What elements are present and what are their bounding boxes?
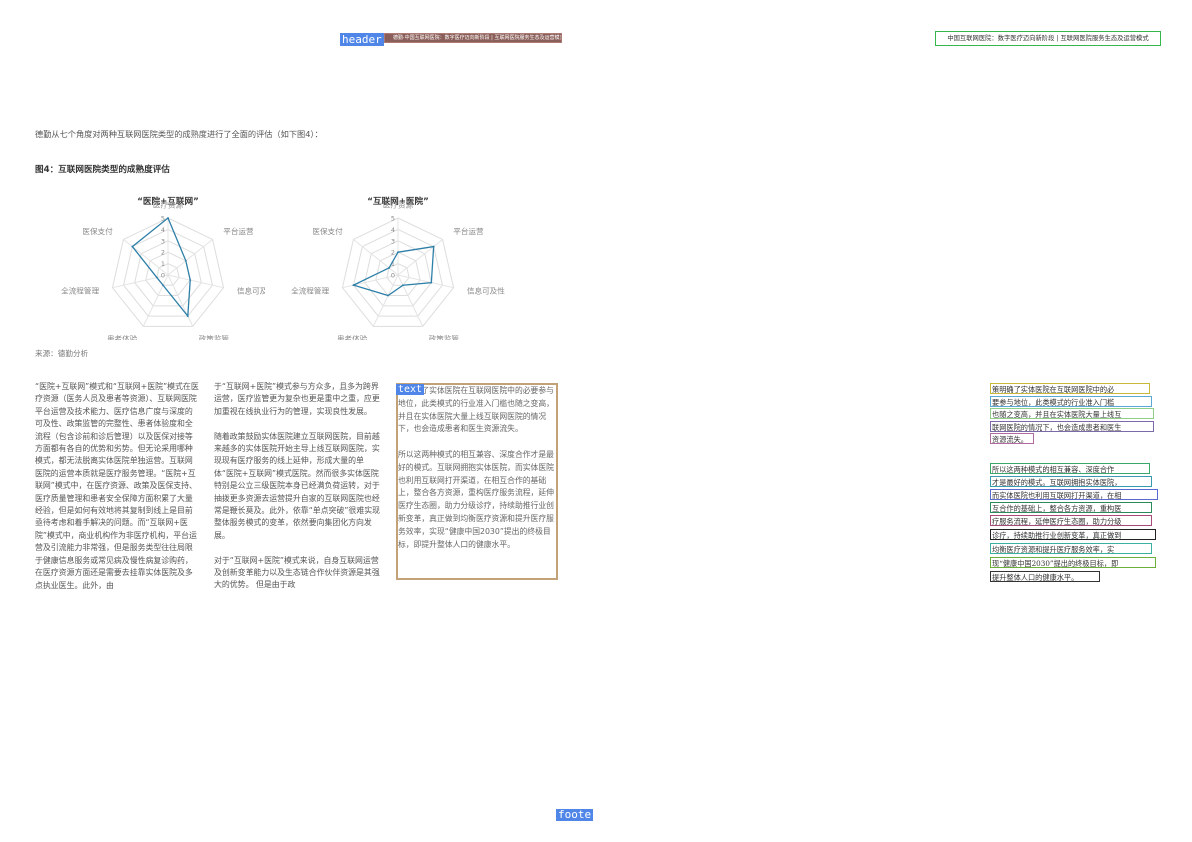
data-point xyxy=(186,315,189,317)
radar-chart-hospital-plus-internet: “医院+互联网”012345医疗资源平台运营信息可及性政策监管患者体验全流程管理… xyxy=(61,195,265,340)
tick-label: 3 xyxy=(391,237,395,245)
right-text-line: 所以这两种模式的相互兼容、深度合作 xyxy=(990,463,1150,474)
data-point xyxy=(352,284,355,287)
right-text-line: 才是最好的模式。互联网拥抱实体医院， xyxy=(990,476,1152,487)
axis-label: 平台运营 xyxy=(223,226,254,236)
body-column-1: “医院+互联网”模式和“互联网+医院”模式在医疗资源（医务人员及患者等资源）、互… xyxy=(35,381,200,592)
data-point xyxy=(387,294,390,297)
axis-label: 政策监管 xyxy=(429,334,460,340)
tick-label: 2 xyxy=(161,249,165,257)
tick-label: 4 xyxy=(161,226,165,234)
right-text-line: 也随之变高，并且在实体医院大量上线互 xyxy=(990,408,1154,419)
data-point xyxy=(189,279,192,281)
body-paragraph: 于“互联网+医院”模式参与方众多，且多为跨界运营，医疗监管更为复杂也更是重中之重… xyxy=(214,382,380,416)
header-center-text: 德勤·中国互联网医院：数字医疗迈向新阶段 | 互联网医院服务生态及运营模式 xyxy=(384,33,562,43)
intro-paragraph: 德勤从七个角度对两种互联网医院类型的成熟度进行了全面的评估（如下图4）： xyxy=(35,129,323,139)
tick-label: 0 xyxy=(391,272,395,280)
right-text-line: 资源流失。 xyxy=(990,433,1034,444)
tick-label: 5 xyxy=(391,215,395,223)
right-text-line: 疗服务流程，延伸医疗生态圈，助力分级 xyxy=(990,515,1152,526)
figure-source: 来源：德勤分析 xyxy=(35,349,89,358)
right-text-line: 均衡医疗资源和提升医疗服务效率，实 xyxy=(990,543,1152,554)
header-label-tag: header xyxy=(340,33,384,46)
footer-label-tag: foote xyxy=(556,808,594,821)
data-point xyxy=(162,284,164,287)
right-text-line: 提升整体人口的健康水平。 xyxy=(990,571,1100,582)
axis-label: 信息可及性 xyxy=(237,286,265,296)
data-point xyxy=(184,259,187,262)
axis-label: 医保支付 xyxy=(312,226,343,236)
grid-spoke xyxy=(372,274,399,327)
right-text-line: 联网医院的情况下，也会造成患者和医生 xyxy=(990,421,1154,432)
tick-label: 0 xyxy=(161,272,165,280)
axis-label: 医疗资源 xyxy=(153,199,184,209)
grid-spoke xyxy=(397,274,424,327)
axis-label: 患者体验 xyxy=(107,334,138,340)
axis-label: 全流程管理 xyxy=(291,286,329,296)
tick-label: 4 xyxy=(391,226,395,234)
body-column-2: 于“互联网+医院”模式参与方众多，且多为跨界运营，医疗监管更为复杂也更是重中之重… xyxy=(214,381,380,592)
tick-label: 1 xyxy=(161,260,165,268)
tick-label: 2 xyxy=(391,249,395,257)
right-text-line: 互合作的基础上，整合各方资源，重构医 xyxy=(990,502,1152,513)
data-point xyxy=(131,245,134,248)
body-column-3-textblock: 说明确了实体医院在互联网医院中的必要参与地位，此类模式的行业准入门槛也随之变高，… xyxy=(396,383,558,580)
tick-label: 3 xyxy=(161,237,165,245)
text-label-tag: text xyxy=(396,384,425,395)
body-paragraph: “医院+互联网”模式和“互联网+医院”模式在医疗资源（医务人员及患者等资源）、互… xyxy=(35,382,199,590)
axis-label: 医疗资源 xyxy=(383,199,414,209)
data-point xyxy=(167,217,169,219)
grid-spoke xyxy=(142,274,169,327)
header-right-text: 中国互联网医院：数字医疗迈向新阶段 | 互联网医院服务生态及运营模式 xyxy=(935,31,1161,46)
data-point xyxy=(397,251,399,254)
body-paragraph: 随着政策鼓励实体医院建立互联网医院，目前越来越多的实体医院开始主导上线互联网医院… xyxy=(214,431,380,540)
radar-chart-internet-plus-hospital: “互联网+医院”012345医疗资源平台运营信息可及性政策监管患者体验全流程管理… xyxy=(291,195,505,340)
figure-title: 图4：互联网医院类型的成熟度评估 xyxy=(35,165,170,175)
data-point xyxy=(430,281,433,284)
data-point xyxy=(402,284,404,287)
data-point xyxy=(388,266,390,269)
right-text-line: 策明确了实体医院在互联网医院中的必 xyxy=(990,383,1150,394)
axis-label: 患者体验 xyxy=(337,334,368,340)
data-point xyxy=(155,276,158,279)
axis-label: 信息可及性 xyxy=(467,286,505,296)
axis-label: 全流程管理 xyxy=(61,286,99,296)
right-text-line: 现“健康中国2030”提出的终极目标，即 xyxy=(990,557,1156,568)
axis-label: 政策监管 xyxy=(199,334,230,340)
body-paragraph: 对于“互联网+医院”模式来说，自身互联网运营及创新变革能力以及生态链合作伙伴资源… xyxy=(214,555,380,590)
body-paragraph: 所以这两种模式的相互兼容、深度合作才是最好的模式。互联网拥抱实体医院，而实体医院… xyxy=(398,449,554,549)
right-text-line: 而实体医院也利用互联网打开渠道，在相 xyxy=(990,489,1158,500)
right-text-line: 要参与地位，此类模式的行业准入门槛 xyxy=(990,396,1152,407)
axis-label: 平台运营 xyxy=(453,226,484,236)
right-text-line: 诊疗，持续助推行业创新变革，真正做到 xyxy=(990,529,1156,540)
data-point xyxy=(432,245,435,248)
axis-label: 医保支付 xyxy=(82,226,113,236)
